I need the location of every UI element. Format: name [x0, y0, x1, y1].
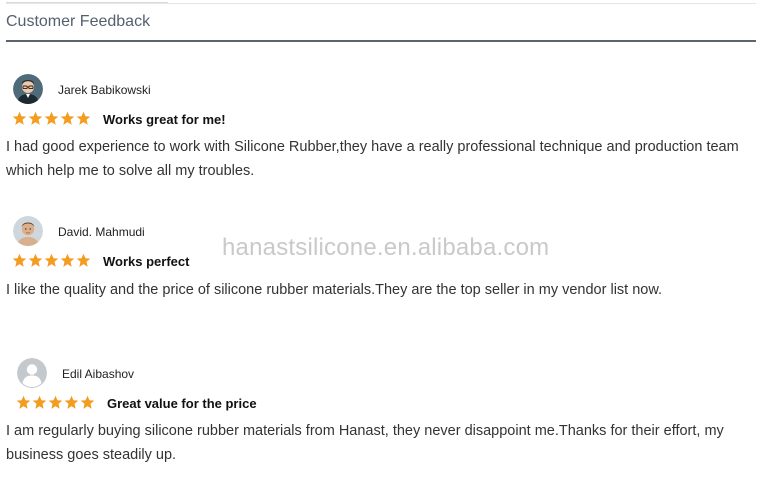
- watermark-text: hanastsilicone.en.alibaba.com: [222, 234, 550, 261]
- star-icon: [12, 111, 27, 125]
- section-title: Customer Feedback: [6, 13, 151, 30]
- star-icon: [32, 395, 47, 409]
- star-icon: [80, 395, 95, 409]
- review-body: I am regularly buying silicone rubber ma…: [6, 423, 724, 463]
- star-icon: [16, 395, 31, 409]
- top-divider: [6, 3, 756, 4]
- star-icon: [44, 253, 59, 267]
- reviewer-name: Jarek Babikowski: [58, 83, 151, 97]
- rating-stars: [16, 395, 95, 410]
- reviewer-name: David. Mahmudi: [58, 225, 145, 239]
- star-icon: [44, 111, 59, 125]
- star-icon: [76, 253, 91, 267]
- man-with-glasses-avatar-icon: [13, 74, 43, 104]
- reviewer-name: Edil Aibashov: [62, 367, 135, 381]
- review-title: Great value for the price: [107, 396, 257, 411]
- star-icon: [28, 253, 43, 267]
- star-icon: [48, 395, 63, 409]
- star-icon: [28, 111, 43, 125]
- rating-stars: [12, 111, 91, 126]
- star-icon: [60, 111, 75, 125]
- star-icon: [76, 111, 91, 125]
- star-icon: [12, 253, 27, 267]
- star-icon: [64, 395, 79, 409]
- review-body: I like the quality and the price of sili…: [6, 282, 663, 298]
- rating-stars: [12, 253, 91, 268]
- review-body: I had good experience to work with Silic…: [6, 139, 739, 179]
- review-title: Works great for me!: [103, 112, 226, 127]
- section-title-underline: [6, 40, 756, 42]
- default-user-avatar-icon: [17, 358, 47, 388]
- star-icon: [60, 253, 75, 267]
- man-photo-avatar-icon: [13, 216, 43, 246]
- review-title: Works perfect: [103, 254, 190, 269]
